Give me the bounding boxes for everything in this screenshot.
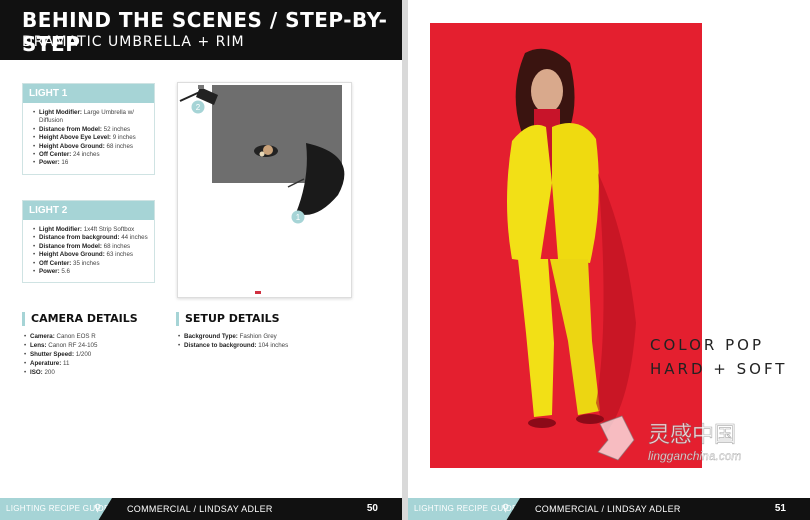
list-item: Shutter Speed: 1/200 — [24, 350, 138, 359]
setup-details: SETUP DETAILS Background Type: Fashion G… — [176, 312, 288, 350]
list-item: Power: 5.6 — [33, 268, 148, 277]
lighting-diagram-graphic: 2 1 — [179, 85, 345, 294]
watermark-logo-icon: 灵感中国 lingganchina.com — [597, 415, 742, 463]
list-item: Power: 16 — [33, 159, 148, 168]
lighting-diagram: 2 1 — [177, 82, 352, 298]
list-item: Lens: Canon RF 24-105 — [24, 341, 138, 350]
page-number: 50 — [366, 503, 378, 514]
watermark-cn-text: 灵感中国 — [648, 423, 736, 448]
camera-details: CAMERA DETAILS Camera: Canon EOS R Lens:… — [22, 312, 138, 377]
list-item: Camera: Canon EOS R — [24, 332, 138, 341]
list-item: ISO: 200 — [24, 368, 138, 377]
light-1-list: Light Modifier: Large Umbrella w/ Diffus… — [23, 103, 154, 174]
right-footer: LIGHTING RECIPE GUIDE ⚲ COMMERCIAL / LIN… — [408, 498, 810, 520]
light-2-heading: LIGHT 2 — [23, 201, 154, 220]
model-icon — [254, 145, 278, 157]
overlay-line-2: HARD + SOFT — [650, 360, 788, 378]
list-item: Height Above Ground: 68 inches — [33, 143, 148, 152]
list-item: Aperature: 11 — [24, 359, 138, 368]
fashion-photo — [430, 23, 702, 468]
list-item: Off Center: 24 inches — [33, 151, 148, 160]
page-subtitle: DRAMATIC UMBRELLA + RIM — [22, 34, 245, 50]
left-footer: LIGHTING RECIPE GUIDE ⚲ COMMERCIAL / LIN… — [0, 498, 402, 520]
author-label: COMMERCIAL / LINDSAY ADLER — [127, 504, 273, 514]
light-1-box: LIGHT 1 Light Modifier: Large Umbrella w… — [22, 83, 155, 175]
right-page: COLOR POP HARD + SOFT 灵感中国 lingganchina.… — [408, 0, 810, 520]
location-pin-icon: ⚲ — [94, 503, 102, 514]
jacket-right-shape — [552, 123, 599, 263]
shadow-shape — [596, 173, 636, 433]
list-item: Distance from background: 44 inches — [33, 234, 148, 243]
list-item: Background Type: Fashion Grey — [178, 332, 288, 341]
watermark-url-text: lingganchina.com — [648, 449, 741, 463]
page-number: 51 — [774, 503, 786, 514]
light-2-box: LIGHT 2 Light Modifier: 1x4ft Strip Soft… — [22, 200, 155, 284]
light-1-marker-label: 1 — [296, 213, 301, 222]
camera-marker — [255, 291, 261, 294]
model-illustration — [507, 48, 636, 433]
left-page: BEHIND THE SCENES / STEP-BY-STEP DRAMATI… — [0, 0, 402, 520]
list-item: Distance from Model: 52 inches — [33, 126, 148, 135]
list-item: Height Above Eye Level: 9 inches — [33, 134, 148, 143]
list-item: Off Center: 35 inches — [33, 260, 148, 269]
list-item: Light Modifier: Large Umbrella w/ Diffus… — [33, 109, 148, 126]
setup-details-heading: SETUP DETAILS — [176, 312, 288, 326]
light-2-marker-label: 2 — [196, 103, 201, 112]
overlay-line-1: COLOR POP — [650, 336, 764, 354]
light-1-heading: LIGHT 1 — [23, 84, 154, 103]
author-label: COMMERCIAL / LINDSAY ADLER — [535, 504, 681, 514]
trouser-right-shape — [550, 259, 600, 415]
list-item: Distance from Model: 68 inches — [33, 243, 148, 252]
title-bar: BEHIND THE SCENES / STEP-BY-STEP DRAMATI… — [0, 0, 402, 60]
camera-details-heading: CAMERA DETAILS — [22, 312, 138, 326]
location-pin-icon: ⚲ — [502, 503, 510, 514]
shoe-left-shape — [528, 418, 556, 428]
list-item: Distance to background: 104 inches — [178, 341, 288, 350]
light-2-list: Light Modifier: 1x4ft Strip Softbox Dist… — [23, 220, 154, 282]
camera-details-list: Camera: Canon EOS R Lens: Canon RF 24-10… — [22, 332, 138, 377]
list-item: Light Modifier: 1x4ft Strip Softbox — [33, 226, 148, 235]
trouser-left-shape — [518, 259, 554, 417]
face-shape — [531, 69, 563, 113]
watermark: 灵感中国 lingganchina.com — [590, 414, 800, 464]
setup-details-list: Background Type: Fashion Grey Distance t… — [176, 332, 288, 350]
list-item: Height Above Ground: 63 inches — [33, 251, 148, 260]
jacket-left-shape — [507, 124, 552, 263]
